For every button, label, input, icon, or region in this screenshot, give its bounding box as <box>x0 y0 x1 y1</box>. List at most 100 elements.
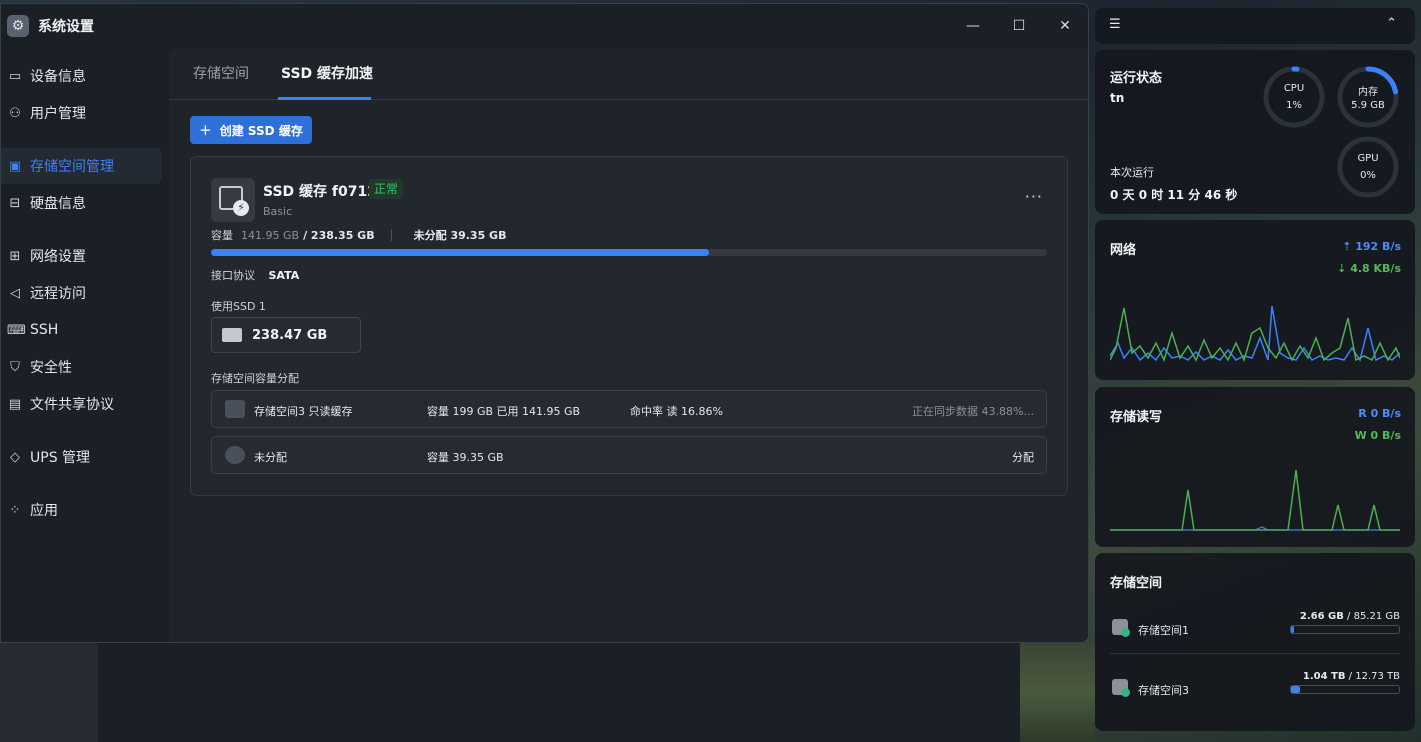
sidebar-item-network[interactable]: ⊞ 网络设置 <box>1 238 162 274</box>
file-share-icon: ▤ <box>8 396 22 412</box>
apps-icon: ⁘ <box>9 502 21 518</box>
settings-window: ⚙ 系统设置 — ☐ ✕ ▭ 设备信息 ⚇ 用户管理 ▣ 存储空间管理 ⊟ 硬盘… <box>0 3 1089 643</box>
minimize-button[interactable]: — <box>950 4 996 48</box>
storage-pool-usage: 1.04 TB / 12.73 TB <box>1302 671 1400 682</box>
shield-icon: ⛉ <box>10 359 20 375</box>
sidebar-item-label: 网络设置 <box>30 249 86 265</box>
disk-icon: ⊟ <box>9 195 21 211</box>
create-button-label: 创建 SSD 缓存 <box>219 123 303 138</box>
storage-pool-item[interactable]: 存储空间1 2.66 GB / 85.21 GB <box>1110 611 1400 651</box>
gear-icon: ⚙ <box>7 15 29 37</box>
allocate-link[interactable]: 分配 <box>1012 449 1034 465</box>
sidebar-item-label: 远程访问 <box>30 286 86 302</box>
sidebar-item-label: 用户管理 <box>30 106 86 122</box>
download-rate: ⇣ 4.8 KB/s <box>1337 262 1401 275</box>
sidebar-item-ups[interactable]: ◇ UPS 管理 <box>1 439 162 475</box>
allocation-row[interactable]: 存储空间3 只读缓存 容量 199 GB 已用 141.95 GB 命中率 读 … <box>211 390 1047 428</box>
write-rate: W 0 B/s <box>1354 429 1401 442</box>
network-title: 网络 <box>1110 243 1137 258</box>
cache-name: SSD 缓存 f0712 <box>263 184 377 200</box>
tab-storage-space[interactable]: 存储空间 <box>193 48 249 100</box>
network-graph <box>1110 305 1400 363</box>
uptime-label: 本次运行 <box>1110 166 1154 179</box>
sidebar-item-file-share[interactable]: ▤ 文件共享协议 <box>1 386 162 422</box>
allocation-row[interactable]: 未分配 容量 39.35 GB 分配 <box>211 436 1047 474</box>
plus-icon: + <box>199 121 212 139</box>
disk-io-widget: 存储读写 R 0 B/s W 0 B/s <box>1095 387 1415 547</box>
disk-io-graph <box>1110 469 1400 531</box>
allocation-name: 未分配 <box>254 451 287 464</box>
memory-gauge: 内存 5.9 GB <box>1336 65 1400 129</box>
tab-bar: 存储空间 SSD 缓存加速 <box>169 48 1088 100</box>
capacity-label: 容量 <box>211 229 233 242</box>
ssd-icon <box>222 328 242 342</box>
sidebar-item-label: 设备信息 <box>30 69 86 85</box>
maximize-button[interactable]: ☐ <box>996 4 1042 48</box>
desktop-wallpaper <box>1020 643 1095 742</box>
protocol-value: SATA <box>268 269 300 282</box>
create-ssd-cache-button[interactable]: + 创建 SSD 缓存 <box>190 116 312 144</box>
disk-io-title: 存储读写 <box>1110 410 1163 425</box>
upload-icon: ⇡ <box>1342 240 1356 253</box>
allocation-hit-rate: 命中率 读 16.86% <box>630 405 723 418</box>
sidebar-item-apps[interactable]: ⁘ 应用 <box>1 492 162 528</box>
sidebar-item-ssh[interactable]: ⌨ SSH <box>1 312 162 348</box>
capacity-bar-fill <box>211 249 710 256</box>
capacity-total: / 238.35 GB <box>303 228 375 242</box>
storage-pool-name: 存储空间3 <box>1138 684 1189 697</box>
storage-pool-bar <box>1290 685 1400 694</box>
gpu-label: GPU <box>1357 153 1379 164</box>
hostname: tn <box>1110 91 1125 105</box>
download-icon: ⇣ <box>1337 262 1351 275</box>
storage-pool-icon <box>225 400 245 418</box>
ssd-cache-card: ⚡ SSD 缓存 f0712 正常 Basic ··· 容量 141.95 GB… <box>190 156 1068 496</box>
sidebar-item-label: 安全性 <box>30 360 72 376</box>
storage-pool-bar <box>1290 625 1400 634</box>
tab-ssd-cache[interactable]: SSD 缓存加速 <box>281 48 373 100</box>
sidebar-item-label: SSH <box>30 322 59 338</box>
ssd-disk-item[interactable]: 238.47 GB <box>211 317 361 353</box>
sidebar-item-users[interactable]: ⚇ 用户管理 <box>1 95 162 131</box>
capacity-used: 141.95 GB <box>241 228 300 242</box>
sidebar-item-storage[interactable]: ▣ 存储空间管理 <box>1 148 162 184</box>
disk-size: 238.47 GB <box>252 327 328 343</box>
device-icon: ▭ <box>8 68 22 84</box>
title-bar[interactable]: ⚙ 系统设置 — ☐ ✕ <box>1 4 1088 48</box>
storage-pool-usage: 2.66 GB / 85.21 GB <box>1299 611 1400 622</box>
collapse-icon[interactable]: ⌃ <box>1386 16 1397 31</box>
window-title: 系统设置 <box>38 19 94 35</box>
widget-panel-header: ☰ ⌃ <box>1095 8 1415 44</box>
user-icon: ⚇ <box>9 105 21 121</box>
cpu-label: CPU <box>1283 83 1305 94</box>
protocol-row: 接口协议 SATA <box>211 267 299 283</box>
cpu-gauge: CPU 1% <box>1262 65 1326 129</box>
storage-pool-name: 存储空间1 <box>1138 624 1189 637</box>
ssd-cache-icon: ⚡ <box>211 178 255 222</box>
ups-icon: ◇ <box>10 449 20 465</box>
storage-icon: ▣ <box>8 158 22 174</box>
sidebar: ▭ 设备信息 ⚇ 用户管理 ▣ 存储空间管理 ⊟ 硬盘信息 ⊞ 网络设置 ◁ 远… <box>1 48 169 642</box>
sidebar-item-label: 存储空间管理 <box>30 159 114 175</box>
sidebar-item-device-info[interactable]: ▭ 设备信息 <box>1 58 162 94</box>
sidebar-item-label: 硬盘信息 <box>30 196 86 212</box>
read-rate: R 0 B/s <box>1358 407 1401 420</box>
allocation-capacity: 容量 39.35 GB <box>427 451 504 464</box>
widget-settings-icon[interactable]: ☰ <box>1109 17 1121 32</box>
storage-pool-ok-icon <box>1112 679 1130 697</box>
memory-label: 内存 <box>1358 87 1378 98</box>
close-button[interactable]: ✕ <box>1042 4 1088 48</box>
ssh-icon: ⌨ <box>7 322 26 338</box>
more-options-icon[interactable]: ··· <box>1025 187 1043 206</box>
sidebar-item-disk-info[interactable]: ⊟ 硬盘信息 <box>1 185 162 221</box>
allocation-capacity: 容量 199 GB 已用 141.95 GB <box>427 405 581 418</box>
memory-value: 5.9 GB <box>1351 100 1385 111</box>
network-icon: ⊞ <box>9 248 21 264</box>
sidebar-item-remote[interactable]: ◁ 远程访问 <box>1 275 162 311</box>
sidebar-item-security[interactable]: ⛉ 安全性 <box>1 349 162 385</box>
capacity-row: 容量 141.95 GB / 238.35 GB 未分配 39.35 GB <box>211 227 506 243</box>
main-content: 存储空间 SSD 缓存加速 + 创建 SSD 缓存 ⚡ SSD 缓存 f0712… <box>169 48 1088 642</box>
storage-pool-item[interactable]: 存储空间3 1.04 TB / 12.73 TB <box>1110 671 1400 711</box>
database-icon <box>225 446 245 464</box>
allocation-name: 存储空间3 只读缓存 <box>254 405 353 418</box>
used-ssd-label: 使用SSD 1 <box>211 300 266 313</box>
